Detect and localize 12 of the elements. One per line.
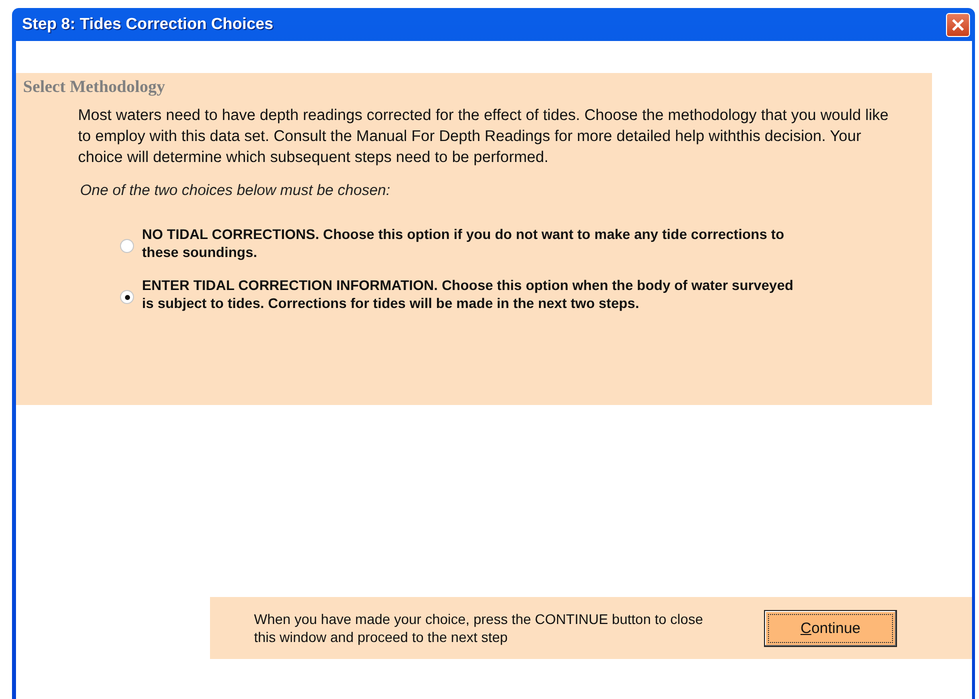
window-title: Step 8: Tides Correction Choices xyxy=(22,16,274,34)
description-text: Most waters need to have depth readings corrected for the effect of tides. Choose the methodology that you would like to employ with this data set. Consult the Manual For Depth Readings for more detailed help withthis decision. Your choice will determine which subsequent steps need to be performed. xyxy=(78,106,890,168)
option-label[interactable]: NO TIDAL CORRECTIONS. Choose this option if you do not want to make any tide corrections to these soundings. xyxy=(142,225,802,261)
close-button[interactable] xyxy=(946,12,970,36)
footer-note: When you have made your choice, press the CONTINUE button to close this window and proceed to the next step xyxy=(254,610,704,646)
option-label[interactable]: ENTER TIDAL CORRECTION INFORMATION. Choose this option when the body of water surveyed is subject to tides. Corrections for tides will be made in the next two steps. xyxy=(142,276,802,312)
radio-button[interactable] xyxy=(120,239,134,253)
continue-button[interactable]: Continue xyxy=(764,610,897,646)
instruction-text: One of the two choices below must be chosen: xyxy=(80,182,392,199)
radio-button[interactable] xyxy=(120,290,134,304)
close-icon xyxy=(951,18,965,32)
section-heading: Select Methodology xyxy=(23,77,166,97)
